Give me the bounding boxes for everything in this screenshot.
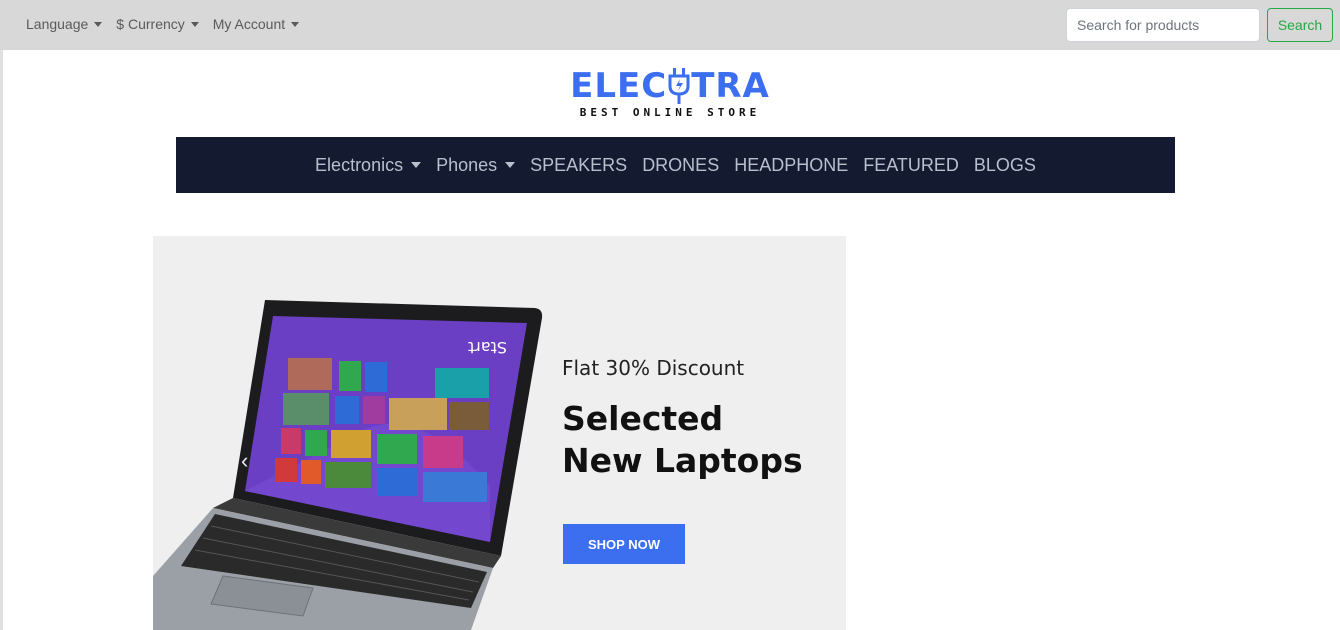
chevron-down-icon [505, 162, 516, 168]
language-label: Language [26, 16, 89, 32]
carousel-prev-icon[interactable]: ‹ [241, 448, 248, 474]
chevron-down-icon [190, 21, 199, 27]
account-label: My Account [212, 16, 286, 32]
logo-tagline: BEST ONLINE STORE [579, 106, 761, 119]
nav-item-electronics[interactable]: Electronics [315, 154, 422, 176]
nav-item-label: Phones [436, 154, 498, 175]
main-nav: Electronics Phones SPEAKERS DRONES HEADP… [176, 137, 1175, 193]
nav-item-phones[interactable]: Phones [436, 154, 516, 176]
banner-title: Selected New Laptops [562, 398, 822, 482]
page-frame-edge [0, 50, 3, 630]
account-dropdown[interactable]: My Account [212, 16, 300, 32]
currency-label: $ Currency [116, 16, 185, 32]
language-dropdown[interactable]: Language [26, 16, 103, 32]
search-button[interactable]: Search [1267, 8, 1333, 42]
screen-start-text: Start [468, 338, 507, 357]
nav-item-label: Electronics [315, 154, 404, 175]
chevron-down-icon [291, 21, 300, 27]
top-bar: Language $ Currency My Account Search [0, 0, 1340, 50]
nav-item-blogs[interactable]: BLOGS [974, 155, 1036, 176]
logo-wordmark: ELEC TRA [560, 64, 780, 108]
banner-title-line1: Selected [562, 399, 724, 438]
logo-word-left: ELEC [570, 66, 668, 106]
nav-item-featured[interactable]: FEATURED [863, 155, 959, 176]
nav-item-speakers[interactable]: SPEAKERS [530, 155, 627, 176]
laptop-image: Start [153, 300, 543, 630]
nav-item-drones[interactable]: DRONES [642, 155, 719, 176]
nav-item-headphone[interactable]: HEADPHONE [734, 155, 848, 176]
hero-banner: Start ‹ Flat 30% Discount Selected New L… [153, 236, 846, 630]
logo-word-right: TRA [691, 66, 770, 106]
banner-subtitle: Flat 30% Discount [562, 356, 745, 380]
banner-title-line2: New Laptops [562, 441, 803, 480]
top-nav: Language $ Currency My Account [26, 16, 300, 32]
currency-dropdown[interactable]: $ Currency [116, 16, 199, 32]
site-logo[interactable]: ELEC TRA BEST ONLINE STORE [560, 64, 780, 119]
chevron-down-icon [411, 162, 422, 168]
shop-now-button[interactable]: SHOP NOW [563, 524, 685, 564]
chevron-down-icon [94, 21, 103, 27]
search-input[interactable] [1066, 8, 1260, 42]
plug-icon [668, 68, 690, 104]
